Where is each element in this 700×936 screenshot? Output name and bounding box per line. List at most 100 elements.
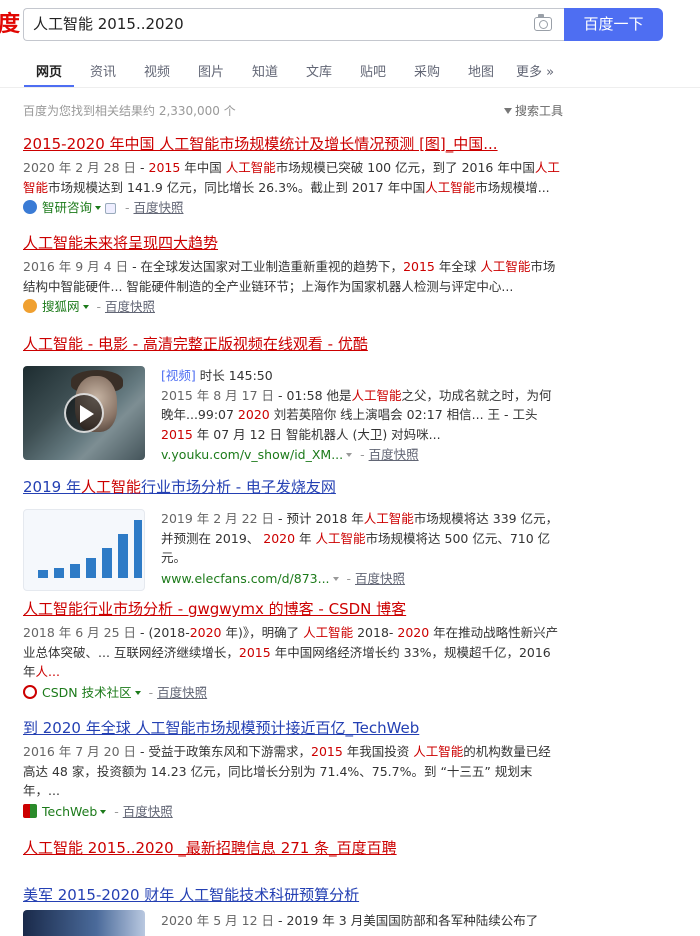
chevron-down-icon[interactable] xyxy=(346,453,353,457)
thumbnail-bar xyxy=(54,568,64,578)
baidu-logo[interactable]: 度 xyxy=(0,10,20,40)
result-title-link[interactable]: 人工智能 - 电影 - 高清完整正版视频在线观看 - 优酷 xyxy=(23,333,563,355)
verified-badge-icon[interactable] xyxy=(105,203,117,214)
search-result: 人工智能未来将呈现四大趋势 2016 年 9 月 4 日 - 在全球发达国家对工… xyxy=(23,232,563,316)
result-title-link[interactable]: 人工智能未来将呈现四大趋势 xyxy=(23,232,563,254)
tab-news[interactable]: 资讯 xyxy=(90,61,116,80)
abstract-text: - (2018- xyxy=(136,625,190,640)
video-thumbnail[interactable] xyxy=(23,366,145,460)
cache-link[interactable]: 百度快照 xyxy=(157,685,207,700)
tab-map[interactable]: 地图 xyxy=(468,61,494,80)
play-icon[interactable] xyxy=(64,393,104,433)
site-link[interactable]: v.youku.com/v_show/id_XM... xyxy=(161,447,343,462)
abstract-text: 市场规模达到 141.9 亿元，同比增长 26.3%。截止到 2017 年中国 xyxy=(48,179,426,195)
result-abstract: [视频] 时长 145:50 2015 年 8 月 17 日 - 01:58 他… xyxy=(161,366,563,464)
search-result-image: 2019 年人工智能行业市场分析 - 电子发烧友网 2019 年 2 月 22 … xyxy=(23,476,563,591)
abstract-highlight: 2015 xyxy=(238,644,271,660)
result-title-link[interactable]: 人工智能 2015..2020 _最新招聘信息 271 条_百度百聘 xyxy=(23,837,397,858)
site-link[interactable]: www.elecfans.com/d/873... xyxy=(161,571,330,586)
abstract-text: - 在全球发达国家对工业制造重新重视的趋势下， xyxy=(128,259,404,274)
result-title-link[interactable]: 到 2020 年全球 人工智能市场规模预计接近百亿_TechWeb xyxy=(23,717,563,739)
result-title-link[interactable]: 2019 年人工智能行业市场分析 - 电子发烧友网 xyxy=(23,476,563,498)
abstract-highlight: 2020 xyxy=(189,625,222,640)
thumbnail-bar xyxy=(102,548,112,578)
chevron-down-icon[interactable] xyxy=(134,690,141,695)
result-date: 2015 年 8 月 17 日 xyxy=(161,387,275,403)
result-date: 2020 年 5 月 12 日 xyxy=(161,913,275,928)
abstract-highlight: 人工智能 xyxy=(225,160,276,175)
funnel-icon xyxy=(503,108,512,114)
search-button[interactable]: 百度一下 xyxy=(564,8,663,41)
tab-web[interactable]: 网页 xyxy=(36,61,62,80)
abstract-text: 2018- xyxy=(353,625,398,640)
tab-wenku[interactable]: 文库 xyxy=(306,61,332,80)
result-abstract: 2018 年 6 月 25 日 - (2018-2020 年)》，明确了 人工智… xyxy=(23,623,563,682)
site-link[interactable]: 搜狐网 xyxy=(42,299,80,314)
tab-images[interactable]: 图片 xyxy=(198,61,224,80)
cache-link[interactable]: 百度快照 xyxy=(355,571,405,586)
result-count: 百度为您找到相关结果约 2,330,000 个 xyxy=(23,104,236,118)
chevron-down-icon[interactable] xyxy=(82,305,89,309)
search-tools-button[interactable]: 搜索工具 xyxy=(503,102,563,119)
video-duration: 时长 145:50 xyxy=(195,368,273,383)
search-result: 到 2020 年全球 人工智能市场规模预计接近百亿_TechWeb 2016 年… xyxy=(23,717,563,821)
chevron-down-icon[interactable] xyxy=(95,206,102,210)
header: 度 人工智能 2015..2020 百度一下 xyxy=(0,0,700,50)
cache-link[interactable]: 百度快照 xyxy=(369,447,419,462)
abstract-text: 刘若英陪你 线上演唱会 02:17 相信... 王 - 工头 xyxy=(269,407,538,422)
chart-thumbnail[interactable] xyxy=(23,509,145,591)
result-thumbnail[interactable] xyxy=(23,910,145,936)
abstract-text: - xyxy=(136,160,149,175)
abstract-highlight: 人工智能 xyxy=(315,530,366,546)
abstract-highlight: 2015 xyxy=(148,160,181,175)
abstract-text: - 01:58 他是 xyxy=(274,387,352,403)
thumbnail-bar xyxy=(86,558,96,578)
result-date: 2016 年 7 月 20 日 xyxy=(23,744,137,759)
search-result-video: 人工智能 - 电影 - 高清完整正版视频在线观看 - 优酷 [视频] 时长 14… xyxy=(23,333,563,463)
site-link[interactable]: CSDN 技术社区 xyxy=(42,685,132,700)
thumbnail-bar xyxy=(70,564,80,578)
tab-zhidao[interactable]: 知道 xyxy=(252,61,278,80)
abstract-text: - 受益于政策东风和下游需求， xyxy=(136,744,312,759)
tab-bar: 网页 资讯 视频 图片 知道 文库 贴吧 采购 地图 更多 » xyxy=(0,50,700,88)
abstract-highlight: 人工智能 xyxy=(351,387,402,403)
abstract-text: 市场规模增... xyxy=(475,179,550,195)
site-favicon-icon xyxy=(23,200,37,214)
result-source: www.elecfans.com/d/873... - 百度快照 xyxy=(161,570,406,586)
result-date: 2016 年 9 月 4 日 xyxy=(23,259,129,274)
camera-icon[interactable] xyxy=(534,14,552,31)
result-title-link[interactable]: 美军 2015-2020 财年 人工智能技术科研预算分析 xyxy=(23,884,563,906)
abstract-highlight: 2015 xyxy=(311,744,343,759)
abstract-text: - 预计 2018 年 xyxy=(274,511,364,526)
site-link[interactable]: TechWeb xyxy=(42,804,97,819)
cache-link[interactable]: 百度快照 xyxy=(133,200,183,215)
video-tag: [视频] xyxy=(161,368,196,383)
title-text: 行业市场分析 - 电子发烧友网 xyxy=(140,478,336,496)
abstract-highlight: 人工智能 xyxy=(363,511,414,526)
chevron-down-icon[interactable] xyxy=(100,809,107,814)
abstract-highlight: 人工智能 xyxy=(425,179,476,195)
search-tools-label: 搜索工具 xyxy=(514,104,563,118)
result-date: 2018 年 6 月 25 日 xyxy=(23,625,137,640)
tab-more[interactable]: 更多 » xyxy=(516,61,554,80)
search-query[interactable]: 人工智能 2015..2020 xyxy=(33,9,184,40)
cache-link[interactable]: 百度快照 xyxy=(105,299,155,314)
result-abstract: 2016 年 7 月 20 日 - 受益于政策东风和下游需求，2015 年我国投… xyxy=(23,742,563,801)
abstract-highlight: 人工智能 xyxy=(413,744,464,759)
abstract-text: 年 xyxy=(295,530,316,546)
site-link[interactable]: 智研咨询 xyxy=(42,200,92,215)
result-title-link[interactable]: 人工智能行业市场分析 - gwgwymx 的博客 - CSDN 博客 xyxy=(23,598,563,620)
abstract-highlight: 人工智能 xyxy=(303,625,354,640)
tab-caigou[interactable]: 采购 xyxy=(414,61,440,80)
tab-video[interactable]: 视频 xyxy=(144,61,170,80)
search-result: 人工智能行业市场分析 - gwgwymx 的博客 - CSDN 博客 2018 … xyxy=(23,598,563,702)
abstract-highlight: 2015 xyxy=(403,259,435,274)
chevron-down-icon[interactable] xyxy=(332,576,339,581)
abstract-highlight: 人... xyxy=(35,664,60,679)
search-input[interactable]: 人工智能 2015..2020 xyxy=(23,8,564,41)
sohu-favicon-icon xyxy=(23,299,37,313)
tab-tieba[interactable]: 贴吧 xyxy=(360,61,386,80)
cache-link[interactable]: 百度快照 xyxy=(123,804,173,819)
result-title-link[interactable]: 2015-2020 年中国 人工智能市场规模统计及增长情况预测 [图]_中国..… xyxy=(23,133,563,155)
abstract-text: 年 07 月 12 日 智能机器人 (大卫) 对妈咪... xyxy=(192,426,441,442)
